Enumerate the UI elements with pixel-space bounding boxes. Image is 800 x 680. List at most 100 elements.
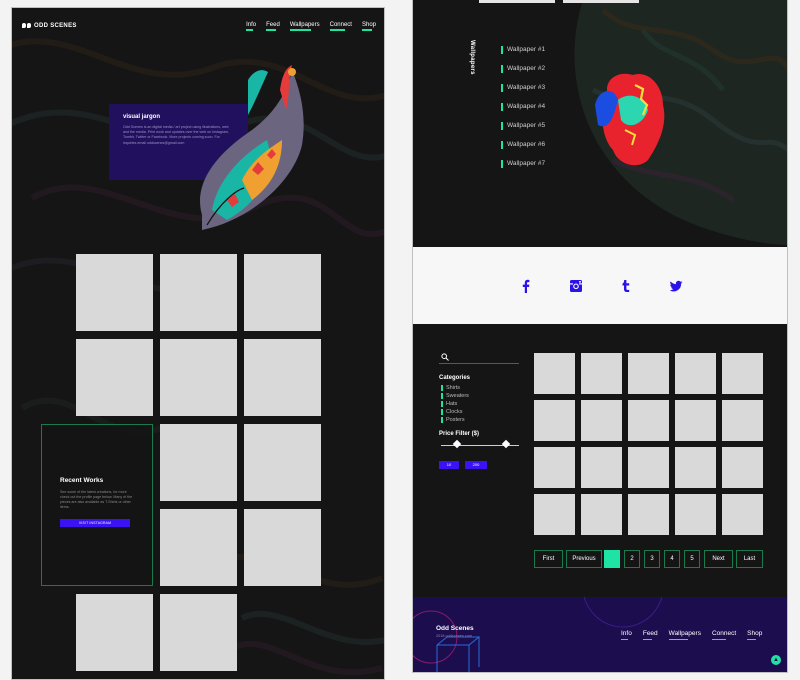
- wallpaper-link[interactable]: Wallpaper #3: [501, 78, 545, 97]
- hero-artwork: [200, 65, 304, 230]
- gallery-tile[interactable]: [76, 594, 153, 671]
- price-filter-title: Price Filter ($): [439, 431, 480, 437]
- product-tile[interactable]: [534, 447, 575, 488]
- nav-item-info[interactable]: Info: [246, 22, 256, 31]
- social-bar: [413, 247, 787, 324]
- main-menu: Info Feed Wallpapers Connect Shop: [246, 22, 376, 31]
- product-tile[interactable]: [581, 447, 622, 488]
- wallpapers-title: Wallpapers: [469, 40, 475, 75]
- product-tile[interactable]: [534, 400, 575, 441]
- search-input[interactable]: [439, 352, 519, 364]
- pagination-next[interactable]: Next: [704, 550, 733, 568]
- footer: Odd Scenes 2018 oddscenes.com Info Feed …: [413, 597, 787, 672]
- price-min-value[interactable]: 10: [439, 461, 459, 469]
- visit-instagram-button[interactable]: VISIT INSTAGRAM: [60, 519, 130, 527]
- product-tile[interactable]: [722, 353, 763, 394]
- wallpaper-link[interactable]: Wallpaper #2: [501, 59, 545, 78]
- categories-list: Shirts Sweaters Hats Clocks Posters: [441, 384, 469, 424]
- product-tile[interactable]: [534, 494, 575, 535]
- product-tile[interactable]: [534, 353, 575, 394]
- category-link[interactable]: Shirts: [441, 384, 469, 392]
- gallery-tile[interactable]: [160, 339, 237, 416]
- product-tile[interactable]: [581, 400, 622, 441]
- top-button-right[interactable]: [563, 0, 639, 3]
- brand-name: ODD SCENES: [34, 23, 77, 29]
- gallery-tile[interactable]: [160, 594, 237, 671]
- pagination-page-1[interactable]: 1: [604, 550, 620, 568]
- brand-mark-icon: [22, 23, 31, 29]
- gallery-tile[interactable]: [244, 254, 321, 331]
- category-link[interactable]: Clocks: [441, 408, 469, 416]
- product-tile[interactable]: [675, 494, 716, 535]
- price-max-value[interactable]: 200: [465, 461, 487, 469]
- footer-brand: Odd Scenes: [436, 625, 474, 632]
- price-slider-min-handle[interactable]: [452, 439, 462, 449]
- product-tile[interactable]: [628, 447, 669, 488]
- pagination-page-4[interactable]: 4: [664, 550, 680, 568]
- footer-item-connect[interactable]: Connect: [711, 630, 736, 640]
- category-link[interactable]: Posters: [441, 416, 469, 424]
- wallpaper-link[interactable]: Wallpaper #5: [501, 116, 545, 135]
- gallery-tile[interactable]: [160, 254, 237, 331]
- top-button-left[interactable]: [479, 0, 555, 3]
- product-tile[interactable]: [628, 494, 669, 535]
- pagination-last[interactable]: Last: [736, 550, 763, 568]
- instagram-icon[interactable]: [569, 279, 583, 293]
- category-link[interactable]: Sweaters: [441, 392, 469, 400]
- recent-works-text: See some of the latest creations, for mo…: [60, 490, 133, 509]
- recent-works-card: Recent Works See some of the latest crea…: [41, 424, 153, 586]
- gallery-tile[interactable]: [160, 509, 237, 586]
- footer-item-wallpapers[interactable]: Wallpapers: [668, 630, 701, 640]
- brand-logo[interactable]: ODD SCENES: [22, 23, 77, 29]
- footer-item-shop[interactable]: Shop: [747, 630, 762, 640]
- pagination-page-3[interactable]: 3: [644, 550, 660, 568]
- product-tile[interactable]: [628, 400, 669, 441]
- wallpaper-link[interactable]: Wallpaper #4: [501, 97, 545, 116]
- facebook-icon[interactable]: [519, 279, 533, 293]
- wallpapers-artwork: [574, 0, 787, 245]
- gallery-tile[interactable]: [76, 339, 153, 416]
- nav-item-connect[interactable]: Connect: [329, 22, 352, 31]
- wallpapers-section: Wallpapers Wallpaper #1 Wallpaper #2 Wal…: [413, 0, 787, 247]
- product-tile[interactable]: [722, 447, 763, 488]
- pagination-previous[interactable]: Previous: [566, 550, 602, 568]
- pagination-page-5[interactable]: 5: [684, 550, 700, 568]
- product-tile[interactable]: [581, 494, 622, 535]
- gallery-tile[interactable]: [244, 509, 321, 586]
- wallpaper-link[interactable]: Wallpaper #6: [501, 135, 545, 154]
- wallpapers-list: Wallpaper #1 Wallpaper #2 Wallpaper #3 W…: [501, 40, 545, 173]
- product-tile[interactable]: [675, 400, 716, 441]
- gallery-tile[interactable]: [244, 424, 321, 501]
- product-tile[interactable]: [581, 353, 622, 394]
- wallpaper-link[interactable]: Wallpaper #7: [501, 154, 545, 173]
- wallpaper-link[interactable]: Wallpaper #1: [501, 40, 545, 59]
- product-tile[interactable]: [675, 353, 716, 394]
- product-tile[interactable]: [675, 447, 716, 488]
- category-link[interactable]: Hats: [441, 400, 469, 408]
- gallery-tile[interactable]: [244, 339, 321, 416]
- shop-section: Categories Shirts Sweaters Hats Clocks P…: [413, 324, 787, 597]
- shop-page-panel: Wallpapers Wallpaper #1 Wallpaper #2 Wal…: [412, 0, 788, 673]
- twitter-icon[interactable]: [669, 279, 683, 293]
- product-tile[interactable]: [722, 400, 763, 441]
- footer-item-feed[interactable]: Feed: [642, 630, 658, 640]
- price-slider-max-handle[interactable]: [501, 439, 511, 449]
- footer-item-info[interactable]: Info: [621, 630, 632, 640]
- scroll-to-top-icon[interactable]: ▲: [771, 655, 781, 665]
- product-tile[interactable]: [722, 494, 763, 535]
- pagination-page-2[interactable]: 2: [624, 550, 640, 568]
- search-icon: [441, 353, 449, 361]
- tumblr-icon[interactable]: [619, 279, 633, 293]
- price-slider[interactable]: [441, 439, 519, 449]
- top-nav: ODD SCENES Info Feed Wallpapers Connect …: [22, 18, 376, 34]
- product-tile[interactable]: [628, 353, 669, 394]
- footer-menu: Info Feed Wallpapers Connect Shop: [621, 630, 762, 640]
- nav-item-shop[interactable]: Shop: [361, 22, 376, 31]
- gallery-tile[interactable]: [76, 254, 153, 331]
- nav-item-feed[interactable]: Feed: [266, 22, 280, 31]
- categories-title: Categories: [439, 375, 471, 381]
- pagination-first[interactable]: First: [534, 550, 563, 568]
- gallery-tile[interactable]: [160, 424, 237, 501]
- nav-item-wallpapers[interactable]: Wallpapers: [289, 22, 320, 31]
- footer-subtext: 2018 oddscenes.com: [436, 634, 473, 638]
